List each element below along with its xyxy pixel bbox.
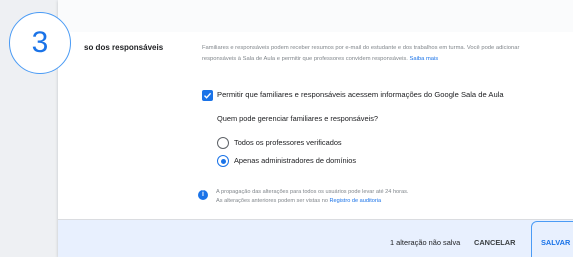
radio-label-all-teachers: Todos os professores verificados (234, 138, 342, 147)
check-icon (204, 92, 212, 99)
save-button-label: SALVAR (541, 238, 571, 247)
settings-card: so dos responsáveis Familiares e respons… (58, 0, 573, 257)
previous-section-strip (58, 0, 573, 32)
guardian-access-label: Permitir que familiares e responsáveis a… (217, 90, 504, 99)
cancel-button[interactable]: CANCELAR (474, 238, 515, 247)
radio-label-domain-admins: Apenas administradores de domínios (234, 156, 357, 165)
propagation-line-1: A propagação das alterações para todos o… (216, 189, 409, 195)
info-icon: i (198, 190, 208, 200)
step-number-badge: 3 (9, 12, 71, 74)
manage-question: Quem pode gerenciar familiares e respons… (217, 114, 379, 123)
description-text: Familiares e responsáveis podem receber … (202, 45, 520, 62)
propagation-notice: A propagação das alterações para todos o… (216, 188, 526, 206)
propagation-line-2: As alterações anteriores podem ser vista… (216, 198, 328, 204)
audit-log-link[interactable]: Registro de auditoria (330, 198, 382, 204)
radio-selected[interactable] (217, 155, 229, 167)
radio-unselected[interactable] (217, 137, 229, 149)
guardian-access-checkbox[interactable] (202, 90, 213, 101)
unsaved-changes-text: 1 alteração não salva (390, 238, 461, 247)
save-button[interactable]: SALVAR (531, 221, 573, 257)
section-description: Familiares e responsáveis podem receber … (202, 43, 542, 65)
section-title: so dos responsáveis (84, 43, 164, 52)
learn-more-link[interactable]: Saiba mais (410, 56, 439, 62)
